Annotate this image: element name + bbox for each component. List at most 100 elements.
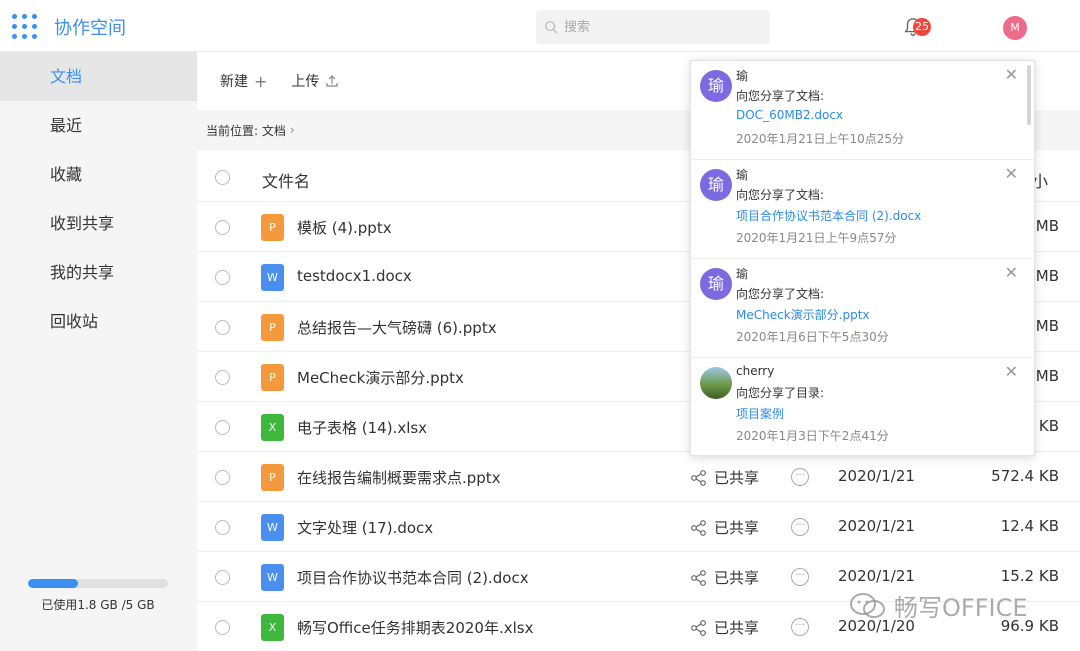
modified-date: 2020/1/21 bbox=[838, 517, 915, 535]
user-avatar[interactable]: M bbox=[1003, 16, 1027, 40]
row-select-radio[interactable] bbox=[215, 620, 230, 635]
notification-item[interactable]: cherry 向您分享了目录: 项目案例 2020年1月3日下午2点41分 ✕ bbox=[691, 358, 1034, 455]
file-name[interactable]: 总结报告—大气磅礴 (6).pptx bbox=[297, 317, 497, 338]
sidebar-item-recent[interactable]: 最近 bbox=[0, 101, 197, 150]
share-label: 已共享 bbox=[714, 519, 760, 537]
plus-icon: + bbox=[254, 71, 268, 91]
notification-link[interactable]: 项目案例 bbox=[736, 405, 784, 422]
search-input[interactable] bbox=[564, 19, 754, 35]
ppt-file-icon: P bbox=[261, 364, 284, 391]
table-row[interactable]: P 在线报告编制概要需求点.pptx 已共享 ··· 2020/1/21 572.4 KB bbox=[197, 452, 1080, 502]
upload-icon bbox=[326, 75, 339, 87]
notification-link[interactable]: MeCheck演示部分.pptx bbox=[736, 306, 870, 323]
file-size: MB bbox=[1035, 267, 1059, 285]
notification-avatar: 瑜 bbox=[700, 268, 732, 300]
notification-item[interactable]: 瑜瑜向您分享了文档: MeCheck演示部分.pptx 2020年1月6日下午5点3… bbox=[691, 259, 1034, 358]
sidebar: 文档 最近 收藏 收到共享 我的共享 回收站 已使用1.8 GB /5 GB bbox=[0, 52, 197, 651]
row-select-radio[interactable] bbox=[215, 470, 230, 485]
storage-bar bbox=[28, 579, 168, 588]
sidebar-item-trash[interactable]: 回收站 bbox=[0, 297, 197, 346]
share-icon bbox=[691, 519, 706, 536]
ppt-file-icon: P bbox=[261, 314, 284, 341]
table-row[interactable]: W 文字处理 (17).docx 已共享 ··· 2020/1/21 12.4 KB bbox=[197, 502, 1080, 552]
new-label: 新建 bbox=[220, 74, 248, 90]
storage-text: 已使用1.8 GB /5 GB bbox=[41, 598, 155, 612]
sidebar-item-my-shares[interactable]: 我的共享 bbox=[0, 248, 197, 297]
sidebar-item-favorites[interactable]: 收藏 bbox=[0, 150, 197, 199]
close-icon[interactable]: ✕ bbox=[1005, 263, 1018, 282]
top-bar: 协作空间 25 M bbox=[0, 0, 1080, 52]
file-size: 15.2 KB bbox=[1000, 567, 1059, 585]
storage-usage: 已使用1.8 GB /5 GB bbox=[28, 579, 168, 613]
more-options-icon[interactable]: ··· bbox=[791, 618, 809, 636]
file-name[interactable]: 项目合作协议书范本合同 (2).docx bbox=[297, 567, 529, 588]
new-button[interactable]: 新建 + bbox=[220, 71, 267, 91]
file-size: MB bbox=[1035, 217, 1059, 235]
watermark: 畅写OFFICE bbox=[848, 588, 1028, 623]
file-size: 12.4 KB bbox=[1000, 517, 1059, 535]
row-select-radio[interactable] bbox=[215, 570, 230, 585]
notification-user: 瑜 bbox=[736, 267, 749, 281]
word-file-icon: W bbox=[261, 514, 284, 541]
search-box[interactable] bbox=[536, 10, 770, 44]
notification-link[interactable]: DOC_60MB2.docx bbox=[736, 108, 843, 122]
notification-user: 瑜 bbox=[736, 69, 749, 83]
apps-grid-icon[interactable] bbox=[12, 14, 38, 40]
header-filename[interactable]: 文件名 bbox=[262, 168, 310, 192]
select-all-radio[interactable] bbox=[215, 170, 230, 185]
file-name[interactable]: 电子表格 (14).xlsx bbox=[297, 417, 427, 438]
search-icon bbox=[545, 21, 558, 34]
file-size: KB bbox=[1038, 417, 1059, 435]
file-name[interactable]: 文字处理 (17).docx bbox=[297, 517, 433, 538]
notification-scrollbar[interactable] bbox=[1027, 65, 1031, 125]
notification-badge: 25 bbox=[913, 18, 931, 36]
file-name[interactable]: 模板 (4).pptx bbox=[297, 217, 392, 238]
share-status[interactable]: 已共享 bbox=[690, 517, 759, 538]
sidebar-item-documents[interactable]: 文档 bbox=[0, 52, 197, 101]
file-name[interactable]: MeCheck演示部分.pptx bbox=[297, 367, 464, 388]
notification-avatar bbox=[700, 367, 732, 399]
share-label: 已共享 bbox=[714, 469, 760, 487]
word-file-icon: W bbox=[261, 264, 284, 291]
file-size: 572.4 KB bbox=[991, 467, 1059, 485]
notification-link[interactable]: 项目合作协议书范本合同 (2).docx bbox=[736, 207, 921, 224]
file-name[interactable]: 在线报告编制概要需求点.pptx bbox=[297, 467, 501, 488]
notification-item[interactable]: 瑜瑜向您分享了文档: 项目合作协议书范本合同 (2).docx 2020年1月21日… bbox=[691, 160, 1034, 259]
close-icon[interactable]: ✕ bbox=[1005, 362, 1018, 381]
notification-action: 向您分享了文档: bbox=[736, 89, 825, 103]
breadcrumb-label[interactable]: 当前位置: 文档 bbox=[206, 122, 286, 139]
notification-panel: 瑜瑜向您分享了文档: DOC_60MB2.docx 2020年1月21日上午10点2… bbox=[690, 60, 1035, 456]
row-select-radio[interactable] bbox=[215, 320, 230, 335]
wechat-logo-icon bbox=[850, 592, 885, 618]
file-name[interactable]: testdocx1.docx bbox=[297, 267, 412, 285]
more-options-icon[interactable]: ··· bbox=[791, 568, 809, 586]
row-select-radio[interactable] bbox=[215, 270, 230, 285]
row-select-radio[interactable] bbox=[215, 220, 230, 235]
close-icon[interactable]: ✕ bbox=[1005, 164, 1018, 183]
close-icon[interactable]: ✕ bbox=[1005, 65, 1018, 84]
row-select-radio[interactable] bbox=[215, 370, 230, 385]
notification-item[interactable]: 瑜瑜向您分享了文档: DOC_60MB2.docx 2020年1月21日上午10点2… bbox=[691, 61, 1034, 160]
file-name[interactable]: 畅写Office任务排期表2020年.xlsx bbox=[297, 617, 533, 638]
share-status[interactable]: 已共享 bbox=[690, 567, 759, 588]
more-options-icon[interactable]: ··· bbox=[791, 468, 809, 486]
more-options-icon[interactable]: ··· bbox=[791, 518, 809, 536]
notification-action: 向您分享了目录: bbox=[736, 386, 825, 400]
share-status[interactable]: 已共享 bbox=[690, 617, 759, 638]
share-icon bbox=[691, 569, 706, 586]
share-icon bbox=[691, 469, 706, 486]
app-title: 协作空间 bbox=[54, 18, 126, 39]
sidebar-item-received-shares[interactable]: 收到共享 bbox=[0, 199, 197, 248]
notification-user: cherry bbox=[736, 364, 775, 378]
row-select-radio[interactable] bbox=[215, 520, 230, 535]
upload-label: 上传 bbox=[291, 74, 320, 90]
word-file-icon: W bbox=[261, 564, 284, 591]
notification-avatar: 瑜 bbox=[700, 70, 732, 102]
share-label: 已共享 bbox=[714, 619, 760, 637]
notification-time: 2020年1月3日下午2点41分 bbox=[736, 429, 889, 443]
row-select-radio[interactable] bbox=[215, 420, 230, 435]
storage-bar-fill bbox=[28, 579, 79, 588]
share-status[interactable]: 已共享 bbox=[690, 467, 759, 488]
upload-button[interactable]: 上传 bbox=[291, 71, 339, 91]
ppt-file-icon: P bbox=[261, 214, 284, 241]
